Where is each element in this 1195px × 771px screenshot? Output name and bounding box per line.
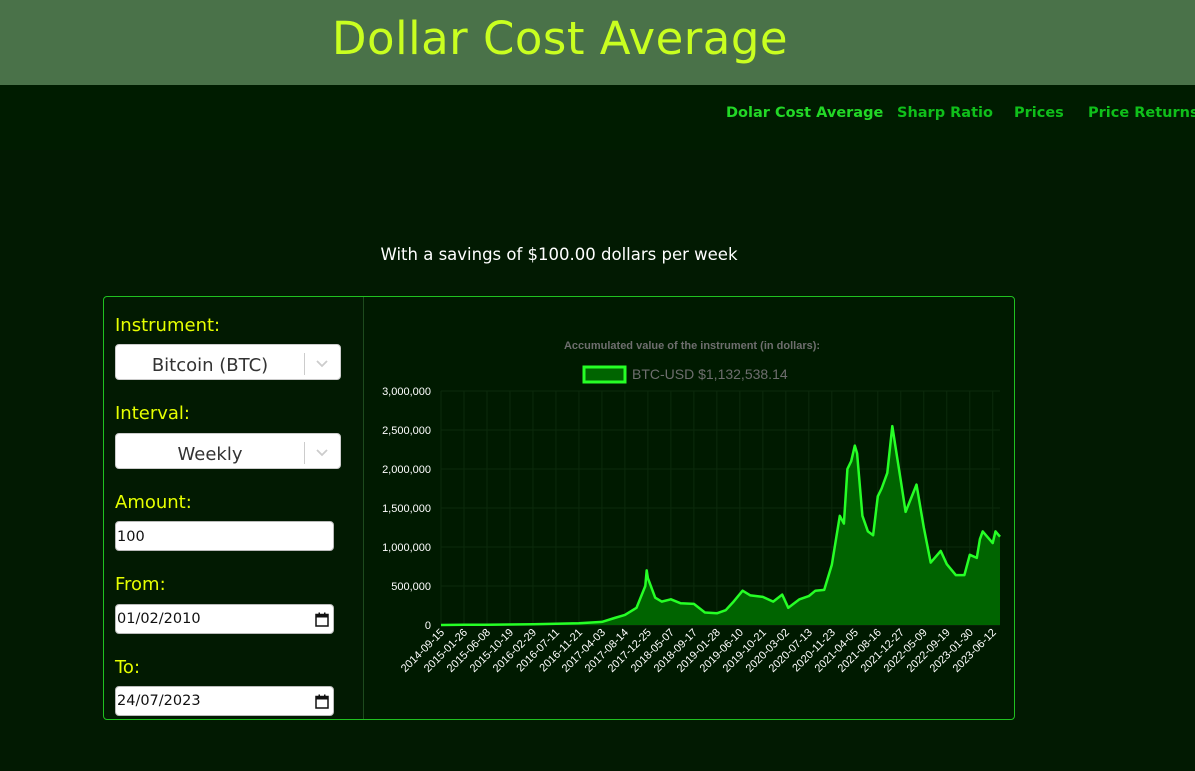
header-banner: Dollar Cost Average xyxy=(0,0,1195,85)
interval-selected-value: Weekly xyxy=(177,444,243,465)
to-date-value: 24/07/2023 xyxy=(117,693,201,709)
nav-price-returns[interactable]: Price Returns xyxy=(1088,105,1195,121)
instrument-label: Instrument: xyxy=(115,315,221,336)
page-title: Dollar Cost Average xyxy=(331,12,789,65)
legend-swatch[interactable] xyxy=(582,365,627,384)
instrument-selected-value: Bitcoin (BTC) xyxy=(151,355,269,376)
select-separator xyxy=(304,353,305,375)
series-area xyxy=(441,426,1000,625)
from-date-input[interactable]: 01/02/2010 xyxy=(115,604,334,634)
to-label: To: xyxy=(115,657,141,678)
calendar-icon[interactable] xyxy=(315,694,329,709)
nav-sharp-ratio[interactable]: Sharp Ratio xyxy=(897,105,993,121)
plot-area xyxy=(440,390,1001,627)
y-tick-label: 1,000,000 xyxy=(382,542,431,554)
legend-label[interactable]: BTC-USD $1,132,538.14 xyxy=(632,366,788,382)
amount-input[interactable]: 100 xyxy=(115,521,334,551)
from-date-value: 01/02/2010 xyxy=(117,611,201,627)
chevron-down-icon[interactable] xyxy=(314,445,330,459)
interval-label: Interval: xyxy=(115,403,190,424)
nav-prices[interactable]: Prices xyxy=(1014,105,1064,121)
y-tick-label: 3,000,000 xyxy=(382,386,431,398)
chart-container: Accumulated value of the instrument (in … xyxy=(364,297,1014,719)
interval-select[interactable]: Weekly xyxy=(115,433,341,469)
nav-dollar-cost-average[interactable]: Dolar Cost Average xyxy=(726,105,883,121)
from-label: From: xyxy=(115,574,166,595)
y-tick-label: 2,000,000 xyxy=(382,464,431,476)
to-date-input[interactable]: 24/07/2023 xyxy=(115,686,334,716)
amount-label: Amount: xyxy=(115,492,192,513)
y-axis: 0 500,000 1,000,000 1,500,000 2,000,000 2,500… xyxy=(382,386,431,632)
chart-title: Accumulated value of the instrument (in … xyxy=(564,340,820,352)
y-tick-label: 1,500,000 xyxy=(382,503,431,515)
x-axis: 2014-09-152015-01-262015-06-082015-10-19… xyxy=(399,627,999,675)
calendar-icon[interactable] xyxy=(315,612,329,627)
savings-summary: With a savings of $100.00 dollars per we… xyxy=(380,245,738,264)
accumulated-value-chart: Accumulated value of the instrument (in … xyxy=(382,340,1001,675)
select-separator xyxy=(304,442,305,464)
chevron-down-icon[interactable] xyxy=(314,356,330,370)
instrument-select[interactable]: Bitcoin (BTC) xyxy=(115,344,341,380)
dca-panel: Instrument: Bitcoin (BTC) Interval: Week… xyxy=(103,296,1015,720)
navbar: Dolar Cost Average Sharp Ratio Prices Pr… xyxy=(0,85,1195,150)
y-tick-label: 2,500,000 xyxy=(382,425,431,437)
y-tick-label: 500,000 xyxy=(391,581,431,593)
y-tick-label: 0 xyxy=(425,620,431,632)
